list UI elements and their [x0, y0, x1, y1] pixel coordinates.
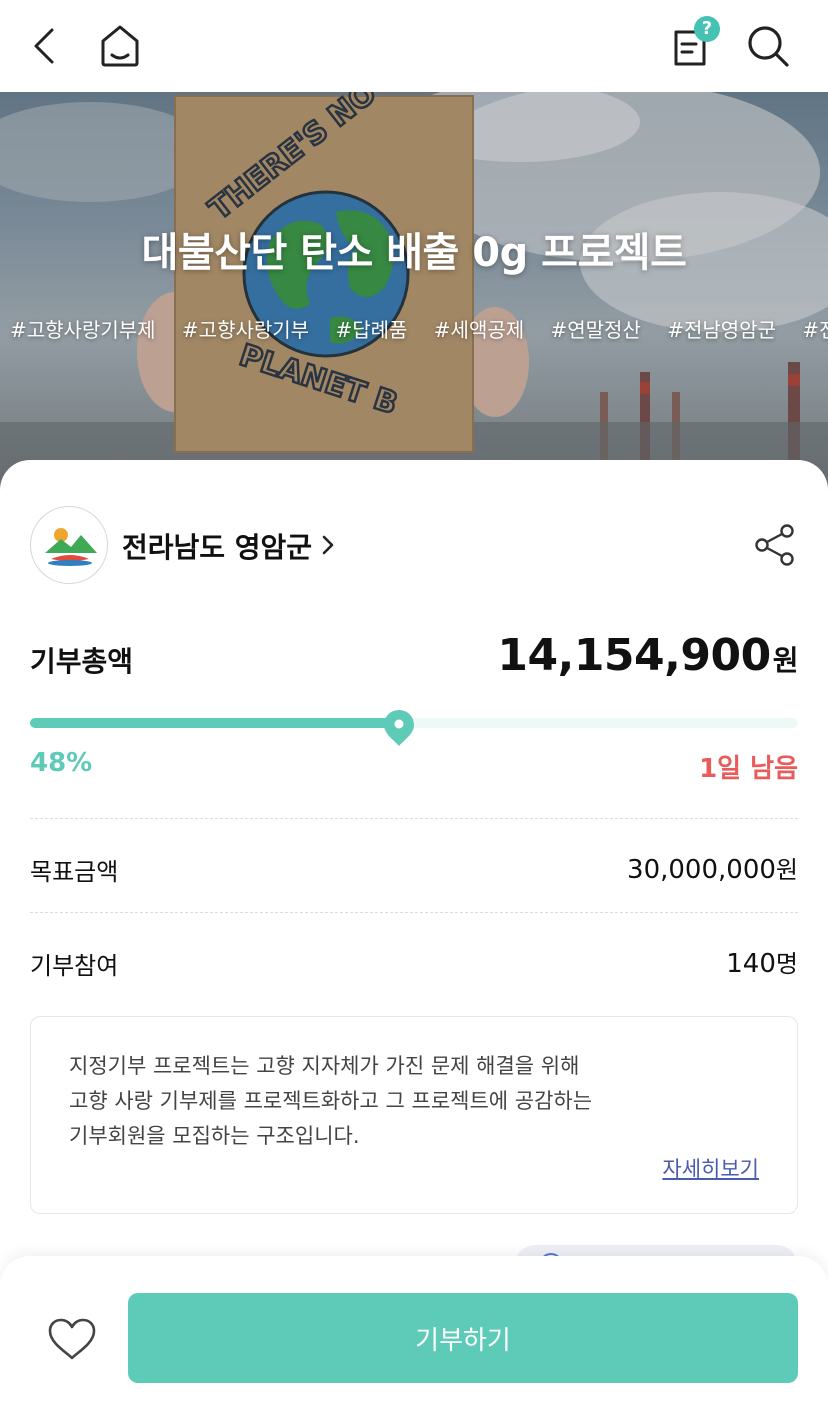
share-button[interactable]: [752, 522, 798, 568]
back-button[interactable]: [18, 18, 74, 74]
info-line: 고향 사랑 기부제를 프로젝트화하고 그 프로젝트에 공감하는: [69, 1089, 593, 1113]
total-donation-value: 14,154,900: [497, 630, 771, 681]
hashtag[interactable]: #전남: [802, 314, 828, 343]
organization-name[interactable]: 전라남도 영암군: [122, 526, 312, 566]
project-title: 대불산단 탄소 배출 0g 프로젝트: [141, 230, 687, 276]
chevron-left-icon: [34, 28, 54, 64]
progress-marker-icon: [384, 710, 414, 746]
divider: [30, 912, 798, 913]
hashtag[interactable]: #고향사랑기부제: [10, 314, 156, 343]
bottom-action-bar: 기부하기: [0, 1256, 828, 1415]
organization-row: 전라남도 영암군: [30, 506, 798, 586]
home-icon: [101, 25, 139, 67]
participants-count: 140명: [726, 944, 798, 979]
participants-value: 140: [726, 949, 776, 979]
currency-unit: 원: [772, 644, 799, 677]
like-button[interactable]: [46, 1316, 98, 1362]
designated-donation-info-box: 지정기부 프로젝트는 고향 지자체가 가진 문제 해결을 위해 고향 사랑 기부…: [30, 1016, 798, 1214]
hashtag-list: #고향사랑기부제 #고향사랑기부 #답례품 #세액공제 #연말정산 #전남영암군…: [10, 314, 828, 343]
hero-image: THERE'S NO PLANET B: [0, 92, 828, 492]
hashtag[interactable]: #고향사랑기부: [182, 314, 309, 343]
goal-amount: 30,000,000원: [627, 850, 798, 885]
hashtag[interactable]: #답례품: [335, 314, 407, 343]
hashtag[interactable]: #연말정산: [551, 314, 641, 343]
guide-badge: ?: [694, 16, 720, 42]
goal-amount-label: 목표금액: [30, 858, 119, 886]
divider: [30, 818, 798, 819]
currency-unit: 원: [775, 856, 798, 884]
donate-button[interactable]: 기부하기: [128, 1293, 798, 1383]
top-navigation-bar: ?: [0, 0, 828, 92]
heart-icon: [48, 1318, 96, 1360]
hashtag[interactable]: #전남영암군: [667, 314, 776, 343]
search-button[interactable]: [740, 18, 796, 74]
progress-fill: [30, 718, 399, 728]
days-remaining: 1일 남음: [699, 754, 798, 784]
chevron-right-icon[interactable]: [320, 532, 336, 558]
participants-unit: 명: [775, 950, 798, 978]
share-icon: [755, 524, 794, 566]
donation-progress-bar: [30, 710, 798, 746]
hashtag[interactable]: #세액공제: [434, 314, 524, 343]
yeongam-emblem-icon: [45, 528, 97, 566]
info-line: 지정기부 프로젝트는 고향 지자체가 가진 문제 해결을 위해: [69, 1054, 580, 1078]
total-donation-label: 기부총액: [30, 645, 134, 678]
goal-amount-value: 30,000,000: [627, 855, 776, 885]
see-more-link[interactable]: 자세히보기: [662, 1153, 759, 1183]
info-line: 기부회원을 모집하는 구조입니다.: [69, 1124, 360, 1148]
progress-percent: 48%: [30, 748, 93, 778]
participants-label: 기부참여: [30, 952, 119, 980]
search-icon: [748, 26, 789, 67]
home-button[interactable]: [92, 18, 148, 74]
info-description: 지정기부 프로젝트는 고향 지자체가 가진 문제 해결을 위해 고향 사랑 기부…: [69, 1049, 689, 1154]
total-donation-amount: 14,154,900원: [497, 630, 798, 681]
project-hero-banner: THERE'S NO PLANET B 대불산단 탄소 배출 0g 프로젝트 #…: [0, 92, 828, 492]
organization-logo[interactable]: [30, 506, 108, 584]
